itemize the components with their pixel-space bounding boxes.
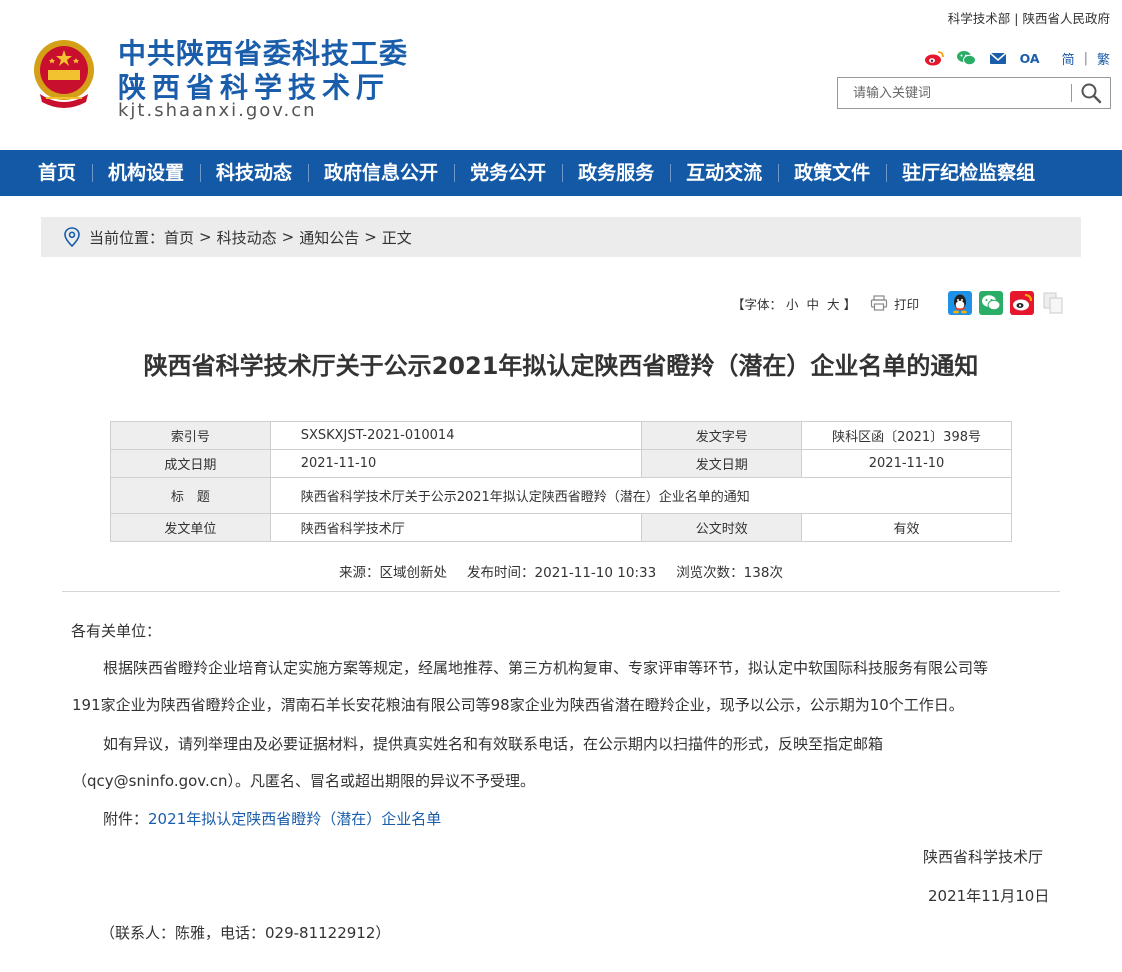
lang-traditional[interactable]: 繁 — [1097, 49, 1110, 68]
copy-icon[interactable] — [1041, 291, 1065, 315]
meta-label: 发文单位 — [110, 513, 271, 542]
meta-label: 发文字号 — [641, 421, 803, 450]
location-pin-icon — [64, 227, 80, 247]
divider: | — [1014, 11, 1019, 26]
font-size-medium[interactable]: 中 — [807, 294, 820, 313]
meta-value: SXSKXJST-2021-010014 — [269, 421, 643, 450]
font-size-small[interactable]: 小 — [786, 294, 799, 313]
breadcrumb: 当前位置： 首页 > 科技动态 > 通知公告 > 正文 — [41, 217, 1081, 257]
attachment-link[interactable]: 2021年拟认定陕西省瞪羚（潜在）企业名单 — [148, 810, 441, 828]
nav-item-interaction[interactable]: 互动交流 — [670, 150, 778, 196]
font-size-large[interactable]: 大 — [827, 294, 840, 313]
breadcrumb-home[interactable]: 首页 — [164, 227, 194, 248]
meta-value: 陕西省科学技术厅关于公示2021年拟认定陕西省瞪羚（潜在）企业名单的通知 — [269, 477, 1013, 514]
lang-simplified[interactable]: 简 — [1062, 49, 1075, 68]
top-links: 科学技术部 | 陕西省人民政府 — [948, 8, 1110, 27]
breadcrumb-news[interactable]: 科技动态 — [217, 227, 277, 248]
attachment-line: 附件：2021年拟认定陕西省瞪羚（潜在）企业名单 — [103, 808, 441, 829]
attachment-prefix: 附件： — [103, 810, 149, 828]
meta-label: 发文日期 — [641, 449, 803, 478]
breadcrumb-separator: > — [199, 228, 212, 246]
breadcrumb-current: 正文 — [381, 228, 412, 247]
divider: | — [1083, 50, 1088, 66]
share-bar — [948, 291, 1072, 315]
table-row: 标 题 陕西省科学技术厅关于公示2021年拟认定陕西省瞪羚（潜在）企业名单的通知 — [110, 477, 1013, 514]
paragraph-line: 如有异议，请列举理由及必要证据材料，提供真实姓名和有效联系电话，在公示期内以扫描… — [103, 735, 884, 753]
nav-item-gov-services[interactable]: 政务服务 — [562, 150, 670, 196]
table-row: 索引号 SXSKXJST-2021-010014 发文字号 陕科区函〔2021〕… — [110, 421, 1012, 450]
meta-label: 公文时效 — [641, 513, 803, 542]
qq-share-icon[interactable] — [948, 291, 972, 315]
search-box — [837, 77, 1111, 109]
wechat-icon[interactable] — [956, 50, 976, 66]
oa-link[interactable]: OA — [1020, 51, 1040, 66]
meta-value: 有效 — [801, 513, 1012, 542]
link-ministry-of-science[interactable]: 科学技术部 — [948, 11, 1011, 26]
meta-value: 2021-11-10 — [269, 449, 643, 478]
wechat-share-icon[interactable] — [979, 291, 1003, 315]
link-provincial-government[interactable]: 陕西省人民政府 — [1022, 11, 1110, 26]
document-date: 2021年11月10日 — [928, 887, 1050, 905]
meta-value: 陕西省科学技术厅 — [269, 513, 643, 542]
article-publish-time: 发布时间：2021-11-10 10:33 — [467, 565, 657, 581]
font-size-prefix: 【字体： — [732, 296, 783, 312]
table-row: 成文日期 2021-11-10 发文日期 2021-11-10 — [110, 449, 1012, 478]
article-tools: 【字体： 小 中 大 】 打印 — [732, 291, 919, 315]
font-size-suffix: 】 — [843, 296, 857, 312]
search-button[interactable] — [1076, 81, 1106, 105]
article-source-line: 来源：区域创新处 发布时间：2021-11-10 10:33 浏览次数：138次 — [0, 561, 1122, 581]
mail-icon[interactable] — [988, 50, 1008, 66]
divider — [62, 591, 1060, 592]
nav-item-news[interactable]: 科技动态 — [200, 150, 308, 196]
salutation: 各有关单位： — [71, 622, 162, 640]
print-label: 打印 — [894, 296, 920, 312]
meta-value: 2021-11-10 — [801, 449, 1012, 478]
nav-item-organization[interactable]: 机构设置 — [92, 150, 200, 196]
article-views: 浏览次数：138次 — [676, 565, 783, 581]
site-header: 中共陕西省委科技工委 陕西省科学技术厅 kjt.shaanxi.gov.cn 科… — [0, 0, 1122, 150]
meta-value: 陕科区函〔2021〕398号 — [801, 421, 1012, 450]
breadcrumb-separator: > — [364, 228, 377, 246]
social-links: OA 简 | 繁 — [924, 48, 1110, 68]
weibo-share-icon[interactable] — [1010, 291, 1034, 315]
nav-item-policies[interactable]: 政策文件 — [778, 150, 886, 196]
nav-item-discipline[interactable]: 驻厅纪检监察组 — [886, 150, 1051, 196]
site-domain: kjt.shaanxi.gov.cn — [118, 100, 317, 121]
print-button[interactable]: 打印 — [870, 294, 919, 313]
divider — [1071, 84, 1072, 102]
search-input[interactable] — [838, 78, 1070, 108]
article-title: 陕西省科学技术厅关于公示2021年拟认定陕西省瞪羚（潜在）企业名单的通知 — [143, 352, 979, 380]
nav-item-party-affairs[interactable]: 党务公开 — [454, 150, 562, 196]
breadcrumb-separator: > — [281, 228, 295, 246]
meta-label: 成文日期 — [110, 449, 271, 478]
paragraph-line: （qcy@sninfo.gov.cn）。凡匿名、冒名或超出期限的异议不予受理。 — [72, 772, 536, 790]
printer-icon — [870, 295, 888, 311]
breadcrumb-prefix: 当前位置： — [89, 228, 165, 247]
article-source: 来源：区域创新处 — [339, 565, 448, 581]
main-nav: 首页 机构设置 科技动态 政府信息公开 党务公开 政务服务 互动交流 政策文件 … — [0, 150, 1122, 196]
paragraph-line: 191家企业为陕西省瞪羚企业，渭南石羊长安花粮油有限公司等98家企业为陕西省潜在… — [72, 696, 964, 714]
document-meta-table: 索引号 SXSKXJST-2021-010014 发文字号 陕科区函〔2021〕… — [110, 421, 1013, 542]
contact-info: （联系人：陈雅，电话：029-81122912） — [100, 924, 391, 942]
nav-item-gov-info[interactable]: 政府信息公开 — [308, 150, 454, 196]
nav-item-home[interactable]: 首页 — [22, 150, 92, 196]
national-emblem-icon[interactable] — [30, 36, 98, 108]
breadcrumb-notices[interactable]: 通知公告 — [299, 227, 359, 248]
signature: 陕西省科学技术厅 — [923, 848, 1044, 866]
meta-label: 标 题 — [110, 477, 271, 514]
weibo-icon[interactable] — [924, 50, 944, 66]
paragraph-line: 根据陕西省瞪羚企业培育认定实施方案等规定，经属地推荐、第三方机构复审、专家评审等… — [103, 659, 989, 677]
table-row: 发文单位 陕西省科学技术厅 公文时效 有效 — [110, 513, 1012, 542]
meta-label: 索引号 — [110, 421, 271, 450]
search-icon — [1081, 83, 1102, 104]
